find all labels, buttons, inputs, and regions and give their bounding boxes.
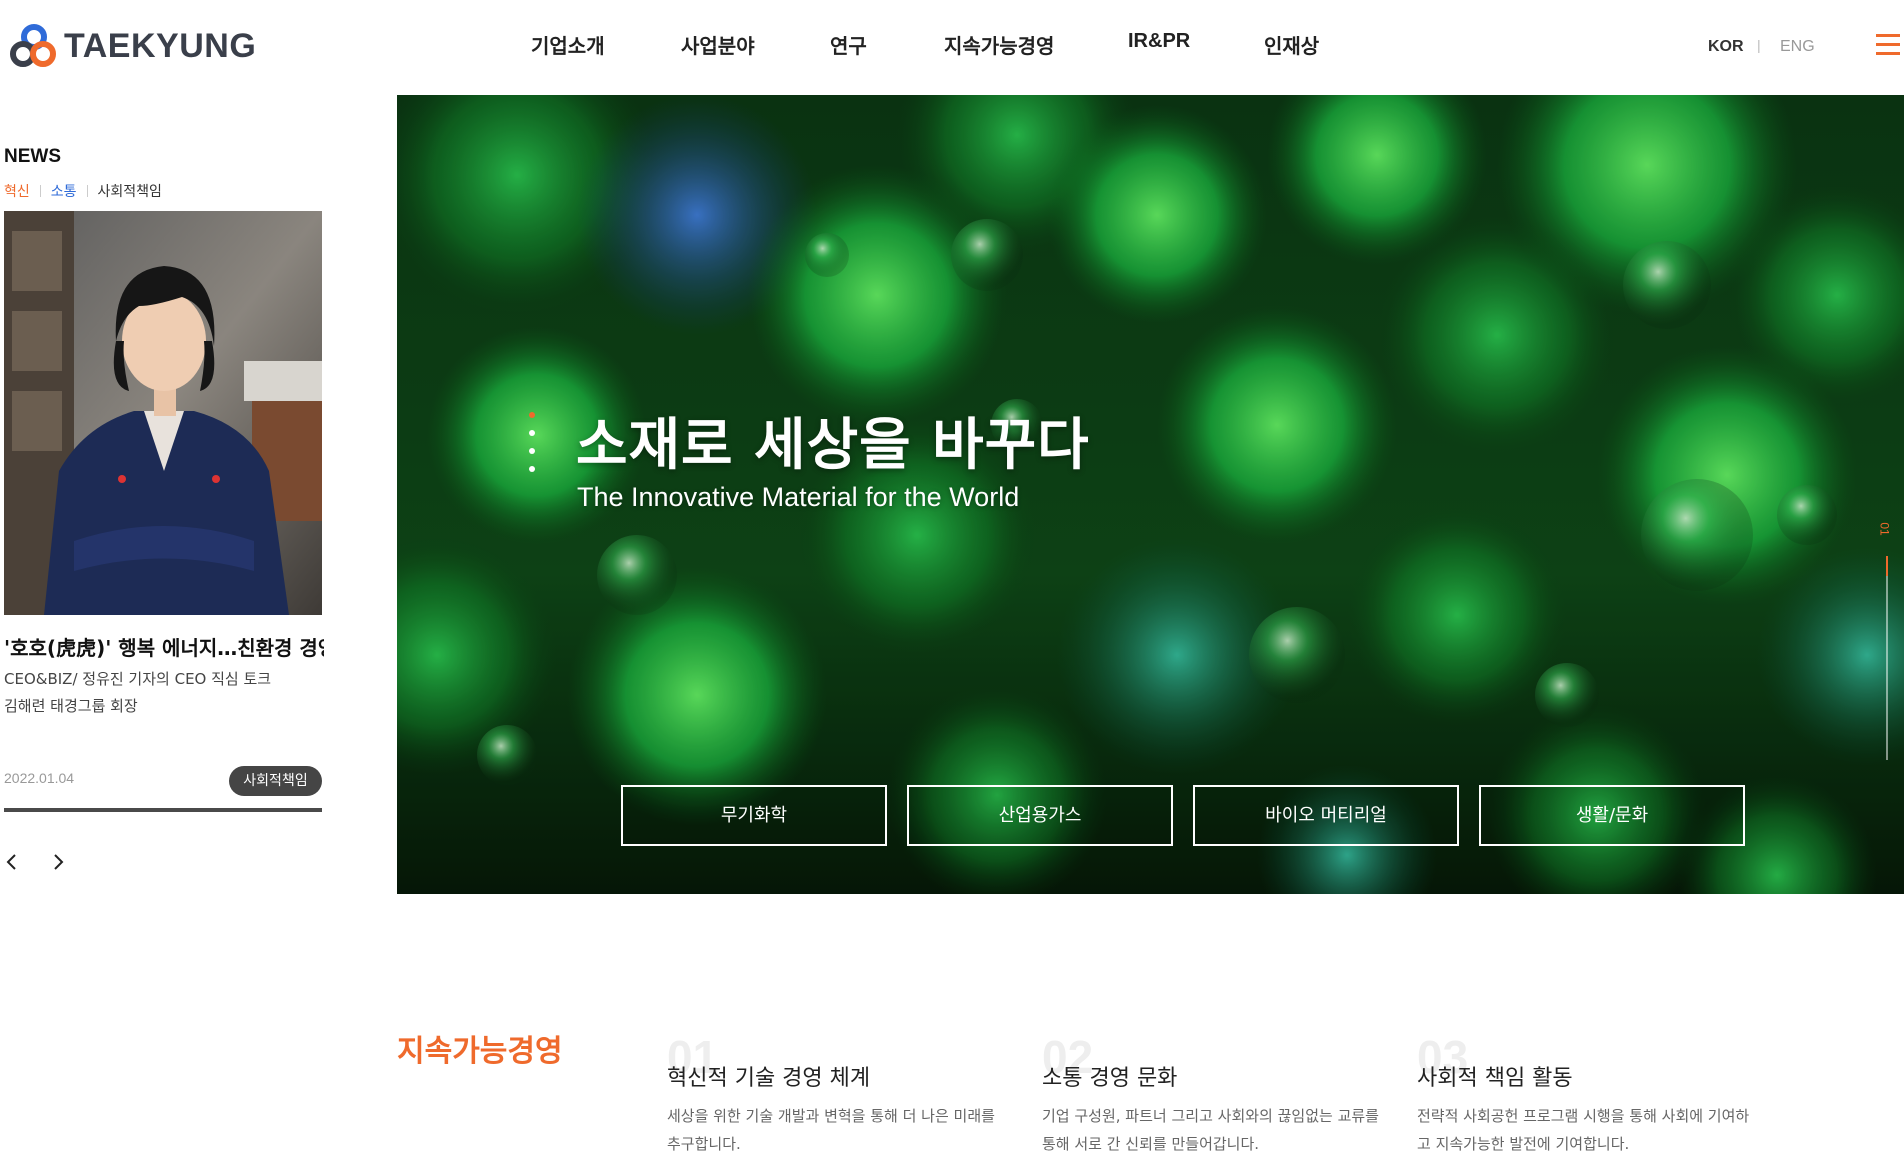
item-text: 세상을 위한 기술 개발과 변혁을 통해 더 나은 미래를 추구합니다. (667, 1107, 995, 1153)
hero-subtitle: The Innovative Material for the World (577, 482, 1020, 512)
slide-number: 01 (1877, 522, 1892, 536)
lang-kor-link[interactable]: KOR (1708, 38, 1744, 56)
news-headline[interactable]: '호호(虎虎)' 행복 에너지…친환경 경영... (4, 632, 324, 661)
news-progress-bar (4, 808, 322, 812)
item-text: 기업 구성원, 파트너 그리고 사회와의 끊임없는 교류를 통해 서로 간 신뢰… (1042, 1107, 1379, 1153)
sustainability-title: 지속가능경영 (397, 1034, 563, 1069)
hero-button-inorganic-chemistry[interactable]: 무기화학 (621, 785, 887, 846)
ceo-portrait-image (4, 211, 322, 615)
nav-ir-pr[interactable]: IR&PR (1128, 30, 1190, 53)
news-section-title: NEWS (4, 146, 61, 167)
lang-eng-link[interactable]: ENG (1780, 38, 1815, 56)
hamburger-menu-icon[interactable] (1876, 34, 1904, 58)
logo-mark-icon (10, 24, 56, 67)
nav-business[interactable]: 사업분야 (681, 30, 755, 59)
hero-dot[interactable] (529, 466, 535, 472)
hero-dot[interactable] (529, 448, 535, 454)
news-description-line1: CEO&BIZ/ 정유진 기자의 CEO 직심 토크 (4, 670, 272, 688)
news-tab-innovation[interactable]: 혁신 (4, 181, 30, 201)
hero-dot[interactable] (529, 430, 535, 436)
slide-progress-track (1886, 556, 1888, 760)
news-description-line2: 김해련 태경그룹 회장 (4, 697, 138, 715)
tab-divider (86, 185, 88, 197)
item-text: 전략적 사회공헌 프로그램 시행을 통해 사회에 기여하고 지속가능한 발전에 … (1417, 1107, 1750, 1153)
site-header: TAEKYUNG 기업소개 사업분야 연구 지속가능경영 IR&PR 인재상 K… (0, 0, 1904, 94)
item-title: 혁신적 기술 경영 체계 (667, 1066, 871, 1091)
hero-button-life-culture[interactable]: 생활/문화 (1479, 785, 1745, 846)
hero-button-bio-material[interactable]: 바이오 머티리얼 (1193, 785, 1459, 846)
item-title: 사회적 책임 활동 (1417, 1066, 1573, 1091)
news-category-tabs: 혁신 소통 사회적책임 (4, 181, 162, 201)
hero-title: 소재로 세상을 바꾸다 (576, 413, 1090, 478)
hero-slide-dots (528, 412, 536, 476)
slide-progress-fill (1886, 556, 1888, 576)
chevron-left-icon[interactable] (2, 850, 22, 874)
hero-banner: 소재로 세상을 바꾸다 The Innovative Material for … (397, 95, 1904, 894)
nav-talent[interactable]: 인재상 (1264, 30, 1319, 59)
news-photo[interactable] (4, 211, 322, 615)
lang-separator: | (1757, 37, 1761, 53)
nav-research[interactable]: 연구 (830, 30, 867, 59)
tab-divider (39, 185, 41, 197)
nav-company[interactable]: 기업소개 (531, 30, 605, 59)
item-title: 소통 경영 문화 (1042, 1066, 1178, 1091)
hero-dot-active[interactable] (529, 412, 535, 418)
hero-button-industrial-gas[interactable]: 산업용가스 (907, 785, 1173, 846)
news-tab-social-responsibility[interactable]: 사회적책임 (98, 181, 162, 201)
news-category-badge[interactable]: 사회적책임 (229, 766, 322, 796)
news-date: 2022.01.04 (4, 770, 75, 786)
news-tab-communication[interactable]: 소통 (51, 181, 77, 201)
chevron-right-icon[interactable] (48, 850, 68, 874)
taekyung-logo[interactable]: TAEKYUNG (10, 24, 256, 68)
logo-text: TAEKYUNG (64, 26, 257, 65)
nav-sustainability[interactable]: 지속가능경영 (944, 30, 1054, 59)
